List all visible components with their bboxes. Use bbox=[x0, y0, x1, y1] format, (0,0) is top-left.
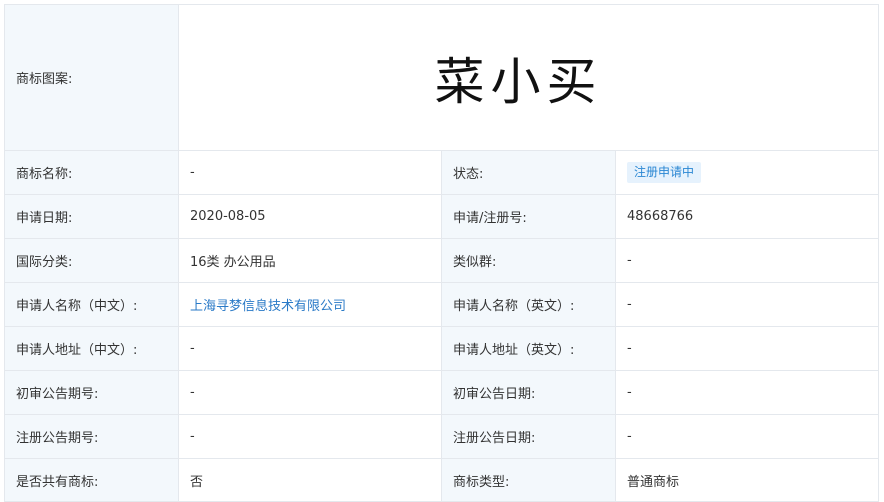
address-cn-label: 申请人地址（中文）: bbox=[4, 326, 179, 371]
applicant-cn-link[interactable]: 上海寻梦信息技术有限公司 bbox=[190, 299, 346, 314]
prelim-no-value: - bbox=[178, 370, 442, 415]
table-row: 申请人地址（中文）: - 申请人地址（英文）: - bbox=[4, 326, 880, 371]
applicant-en-label: 申请人名称（英文）: bbox=[441, 282, 616, 327]
table-row: 国际分类: 16类 办公用品 类似群: - bbox=[4, 238, 880, 283]
status-cell: 注册申请中 bbox=[614, 150, 880, 195]
table-row: 申请人名称（中文）: 上海寻梦信息技术有限公司 申请人名称（英文）: - bbox=[4, 282, 880, 327]
intl-class-label: 国际分类: bbox=[4, 238, 179, 283]
shared-label: 是否共有商标: bbox=[4, 458, 179, 502]
trademark-info-table: 商标图案: 菜小买 商标名称: - 状态: 注册申请中 申请日期: 2020-0… bbox=[4, 4, 880, 502]
prelim-date-label: 初审公告日期: bbox=[441, 370, 616, 415]
address-cn-value: - bbox=[178, 326, 442, 371]
prelim-date-value: - bbox=[614, 370, 880, 415]
reg-pub-date-label: 注册公告日期: bbox=[441, 414, 616, 459]
shared-value: 否 bbox=[178, 458, 442, 502]
similar-group-label: 类似群: bbox=[441, 238, 616, 283]
trademark-image-label: 商标图案: bbox=[4, 4, 179, 151]
applicant-en-value: - bbox=[614, 282, 880, 327]
address-en-value: - bbox=[614, 326, 880, 371]
type-label: 商标类型: bbox=[441, 458, 616, 502]
prelim-no-label: 初审公告期号: bbox=[4, 370, 179, 415]
applicant-cn-cell: 上海寻梦信息技术有限公司 bbox=[178, 282, 442, 327]
status-label: 状态: bbox=[441, 150, 616, 195]
type-value: 普通商标 bbox=[614, 458, 880, 502]
table-row: 申请日期: 2020-08-05 申请/注册号: 48668766 bbox=[4, 194, 880, 239]
address-en-label: 申请人地址（英文）: bbox=[441, 326, 616, 371]
status-badge: 注册申请中 bbox=[627, 162, 702, 183]
reg-pub-date-value: - bbox=[614, 414, 880, 459]
trademark-logo-text: 菜小买 bbox=[434, 52, 603, 111]
table-row: 是否共有商标: 否 商标类型: 普通商标 bbox=[4, 458, 880, 502]
reg-pub-no-label: 注册公告期号: bbox=[4, 414, 179, 459]
apply-date-label: 申请日期: bbox=[4, 194, 179, 239]
applicant-cn-label: 申请人名称（中文）: bbox=[4, 282, 179, 327]
apply-date-value: 2020-08-05 bbox=[178, 194, 442, 239]
similar-group-value: - bbox=[614, 238, 880, 283]
trademark-image-row: 商标图案: 菜小买 bbox=[4, 4, 880, 151]
trademark-name-label: 商标名称: bbox=[4, 150, 179, 195]
reg-number-label: 申请/注册号: bbox=[441, 194, 616, 239]
table-row: 注册公告期号: - 注册公告日期: - bbox=[4, 414, 880, 459]
table-row: 商标名称: - 状态: 注册申请中 bbox=[4, 150, 880, 195]
intl-class-value: 16类 办公用品 bbox=[178, 238, 442, 283]
trademark-name-value: - bbox=[178, 150, 442, 195]
table-row: 初审公告期号: - 初审公告日期: - bbox=[4, 370, 880, 415]
reg-pub-no-value: - bbox=[178, 414, 442, 459]
reg-number-value: 48668766 bbox=[614, 194, 880, 239]
trademark-image-cell: 菜小买 bbox=[177, 4, 880, 151]
